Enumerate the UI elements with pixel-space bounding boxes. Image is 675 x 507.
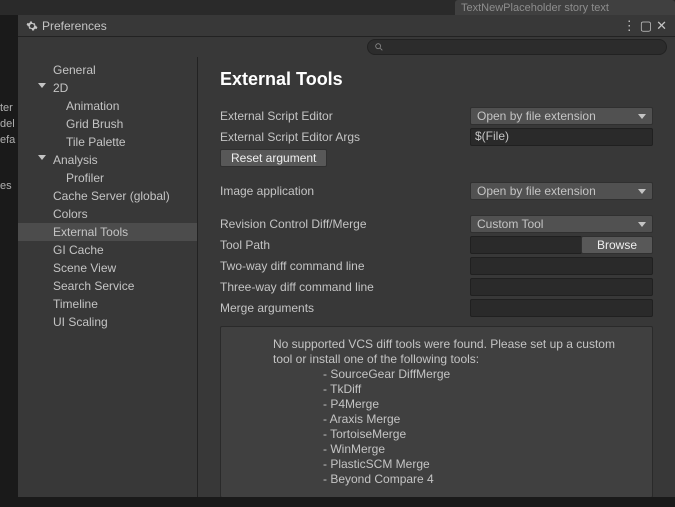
image-app-dropdown[interactable]: Open by file extension [470,182,653,200]
info-intro: No supported VCS diff tools were found. … [273,337,636,367]
sidebar-item-scene-view[interactable]: Scene View [18,259,197,277]
revision-control-dropdown[interactable]: Custom Tool [470,215,653,233]
three-way-input[interactable] [470,278,653,296]
two-way-label: Two-way diff command line [220,259,470,273]
script-args-label: External Script Editor Args [220,130,470,144]
sidebar-item-tile-palette[interactable]: Tile Palette [18,133,197,151]
revision-control-label: Revision Control Diff/Merge [220,217,470,231]
merge-args-input[interactable] [470,299,653,317]
tool-item: - TkDiff [273,382,636,397]
sidebar-item-ui-scaling[interactable]: UI Scaling [18,313,197,331]
maximize-icon[interactable]: ▢ [640,18,652,34]
page-title: External Tools [220,69,653,90]
tool-item: - Araxis Merge [273,412,636,427]
sidebar-item-colors[interactable]: Colors [18,205,197,223]
left-truncated-labels: ter del efa es [0,100,18,194]
sidebar-item-analysis[interactable]: Analysis [18,151,197,169]
image-app-label: Image application [220,184,470,198]
tool-path-input[interactable] [470,236,582,254]
tool-path-label: Tool Path [220,238,470,252]
search-input[interactable] [367,39,667,55]
sidebar-item-2d[interactable]: 2D [18,79,197,97]
sidebar-item-profiler[interactable]: Profiler [18,169,197,187]
preferences-window: Preferences ⋮ ▢ ✕ General 2D Animation G… [18,15,675,497]
tool-item: - Beyond Compare 4 [273,472,636,487]
two-way-input[interactable] [470,257,653,275]
script-editor-dropdown[interactable]: Open by file extension [470,107,653,125]
search-icon [374,42,384,52]
info-box: No supported VCS diff tools were found. … [220,326,653,497]
search-row [18,37,675,57]
script-editor-label: External Script Editor [220,109,470,123]
tool-item: - WinMerge [273,442,636,457]
tool-item: - TortoiseMerge [273,427,636,442]
menu-icon[interactable]: ⋮ [623,18,636,34]
tool-item: - P4Merge [273,397,636,412]
content-panel: External Tools External Script Editor Op… [198,57,675,497]
sidebar-item-general[interactable]: General [18,61,197,79]
sidebar-item-external-tools[interactable]: External Tools [18,223,197,241]
script-args-input[interactable]: $(File) [470,128,653,146]
close-icon[interactable]: ✕ [656,18,667,34]
window-title: Preferences [42,19,107,33]
sidebar-item-animation[interactable]: Animation [18,97,197,115]
sidebar-item-gi-cache[interactable]: GI Cache [18,241,197,259]
sidebar: General 2D Animation Grid Brush Tile Pal… [18,57,198,497]
merge-args-label: Merge arguments [220,301,470,315]
tool-item: - PlasticSCM Merge [273,457,636,472]
sidebar-item-grid-brush[interactable]: Grid Brush [18,115,197,133]
browse-button[interactable]: Browse [581,236,653,254]
sidebar-item-timeline[interactable]: Timeline [18,295,197,313]
sidebar-item-search-service[interactable]: Search Service [18,277,197,295]
three-way-label: Three-way diff command line [220,280,470,294]
titlebar: Preferences ⋮ ▢ ✕ [18,15,675,37]
reset-argument-button[interactable]: Reset argument [220,149,327,167]
chevron-down-icon [38,83,46,88]
chevron-down-icon [38,155,46,160]
tool-item: - SourceGear DiffMerge [273,367,636,382]
sidebar-item-cache-server[interactable]: Cache Server (global) [18,187,197,205]
gear-icon [26,20,38,32]
